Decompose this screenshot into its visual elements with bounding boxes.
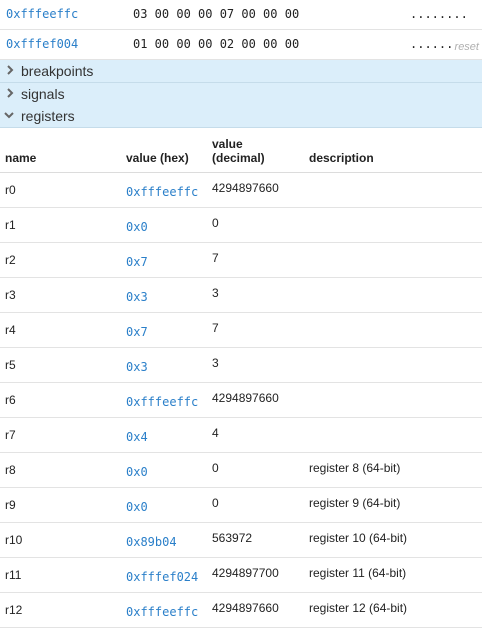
register-name: r12 <box>0 592 126 628</box>
register-decimal-value: 563972 <box>212 522 309 558</box>
table-row: r2 0x7 7 <box>0 242 482 278</box>
register-decimal-value: 7 <box>212 312 309 348</box>
register-hex-value[interactable]: 0x0 <box>126 452 212 488</box>
register-decimal-value: 0 <box>212 487 309 523</box>
header-name: name <box>0 128 126 173</box>
register-decimal-value: 4294897660 <box>212 592 309 628</box>
register-description <box>309 207 482 243</box>
register-description: register 8 (64-bit) <box>309 452 482 488</box>
table-row: r1 0x0 0 <box>0 207 482 243</box>
register-description <box>309 347 482 383</box>
chevron-right-icon <box>7 88 14 98</box>
register-description <box>309 242 482 278</box>
table-row: r9 0x0 0 register 9 (64-bit) <box>0 487 482 523</box>
chevron-right-icon <box>7 65 14 75</box>
header-description: description <box>309 128 482 173</box>
register-decimal-value: 0 <box>212 207 309 243</box>
section-label: registers <box>21 108 75 124</box>
register-decimal-value: 4294897660 <box>212 172 309 208</box>
register-hex-value[interactable]: 0x7 <box>126 312 212 348</box>
register-hex-value[interactable]: 0x7 <box>126 242 212 278</box>
table-row: r10 0x89b04 563972 register 10 (64-bit) <box>0 522 482 558</box>
register-decimal-value: 7 <box>212 242 309 278</box>
memory-ascii: ........ <box>410 7 468 21</box>
section-registers[interactable]: registers <box>0 105 482 128</box>
table-row: r3 0x3 3 <box>0 277 482 313</box>
register-hex-value[interactable]: 0x3 <box>126 277 212 313</box>
register-name: r11 <box>0 557 126 593</box>
register-name: r2 <box>0 242 126 278</box>
table-row: r11 0xfffef024 4294897700 register 11 (64-b… <box>0 557 482 593</box>
header-decimal-line2: (decimal) <box>212 151 265 165</box>
register-name: r10 <box>0 522 126 558</box>
registers-table: name value (hex) value (decimal) descrip… <box>0 128 482 628</box>
memory-ascii: ...... <box>410 37 454 51</box>
register-hex-value[interactable]: 0xfffeeffc <box>126 172 212 208</box>
table-row: r5 0x3 3 <box>0 347 482 383</box>
memory-bytes: 03 00 00 00 07 00 00 00 <box>133 7 300 21</box>
table-row: r8 0x0 0 register 8 (64-bit) <box>0 452 482 488</box>
register-hex-value[interactable]: 0x4 <box>126 417 212 453</box>
register-hex-value[interactable]: 0x89b04 <box>126 522 212 558</box>
register-description <box>309 172 482 208</box>
register-name: r9 <box>0 487 126 523</box>
register-decimal-value: 3 <box>212 277 309 313</box>
chevron-down-icon <box>4 112 14 119</box>
register-description: register 10 (64-bit) <box>309 522 482 558</box>
table-row: r7 0x4 4 <box>0 417 482 453</box>
register-hex-value[interactable]: 0x0 <box>126 487 212 523</box>
section-label: signals <box>21 86 65 102</box>
register-name: r0 <box>0 172 126 208</box>
register-description <box>309 312 482 348</box>
register-decimal-value: 3 <box>212 347 309 383</box>
section-signals[interactable]: signals <box>0 83 482 106</box>
register-decimal-value: 0 <box>212 452 309 488</box>
table-row: r4 0x7 7 <box>0 312 482 348</box>
header-decimal-line1: value <box>212 137 243 151</box>
table-row: r0 0xfffeeffc 4294897660 <box>0 172 482 208</box>
register-name: r1 <box>0 207 126 243</box>
register-hex-value[interactable]: 0x0 <box>126 207 212 243</box>
memory-address[interactable]: 0xfffef004 <box>6 37 78 51</box>
register-description <box>309 417 482 453</box>
memory-bytes: 01 00 00 00 02 00 00 00 <box>133 37 300 51</box>
register-name: r5 <box>0 347 126 383</box>
register-description: register 9 (64-bit) <box>309 487 482 523</box>
header-decimal: value (decimal) <box>212 128 309 173</box>
register-decimal-value: 4294897660 <box>212 382 309 418</box>
section-label: breakpoints <box>21 63 94 79</box>
section-breakpoints[interactable]: breakpoints <box>0 60 482 83</box>
register-hex-value[interactable]: 0xfffeeffc <box>126 382 212 418</box>
register-description <box>309 382 482 418</box>
register-name: r8 <box>0 452 126 488</box>
table-row: r12 0xfffeeffc 4294897660 register 12 (64-b… <box>0 592 482 628</box>
memory-row: 0xfffef004 01 00 00 00 02 00 00 00 .....… <box>0 30 482 60</box>
register-name: r3 <box>0 277 126 313</box>
register-name: r7 <box>0 417 126 453</box>
register-hex-value[interactable]: 0xfffef024 <box>126 557 212 593</box>
register-decimal-value: 4 <box>212 417 309 453</box>
table-row: r6 0xfffeeffc 4294897660 <box>0 382 482 418</box>
header-hex: value (hex) <box>126 128 212 173</box>
register-description: register 12 (64-bit) <box>309 592 482 628</box>
table-header-row: name value (hex) value (decimal) descrip… <box>0 128 482 173</box>
register-hex-value[interactable]: 0x3 <box>126 347 212 383</box>
memory-address[interactable]: 0xfffeeffc <box>6 7 78 21</box>
register-name: r6 <box>0 382 126 418</box>
register-decimal-value: 4294897700 <box>212 557 309 593</box>
register-name: r4 <box>0 312 126 348</box>
registers-body: r0 0xfffeeffc 4294897660 r1 0x0 0 r2 0x7 7 r3 0x3 3… <box>0 172 482 628</box>
memory-row: 0xfffeeffc 03 00 00 00 07 00 00 00 .....… <box>0 0 482 30</box>
register-description: register 11 (64-bit) <box>309 557 482 593</box>
register-hex-value[interactable]: 0xfffeeffc <box>126 592 212 628</box>
reset-link[interactable]: reset <box>455 41 479 53</box>
register-description <box>309 277 482 313</box>
